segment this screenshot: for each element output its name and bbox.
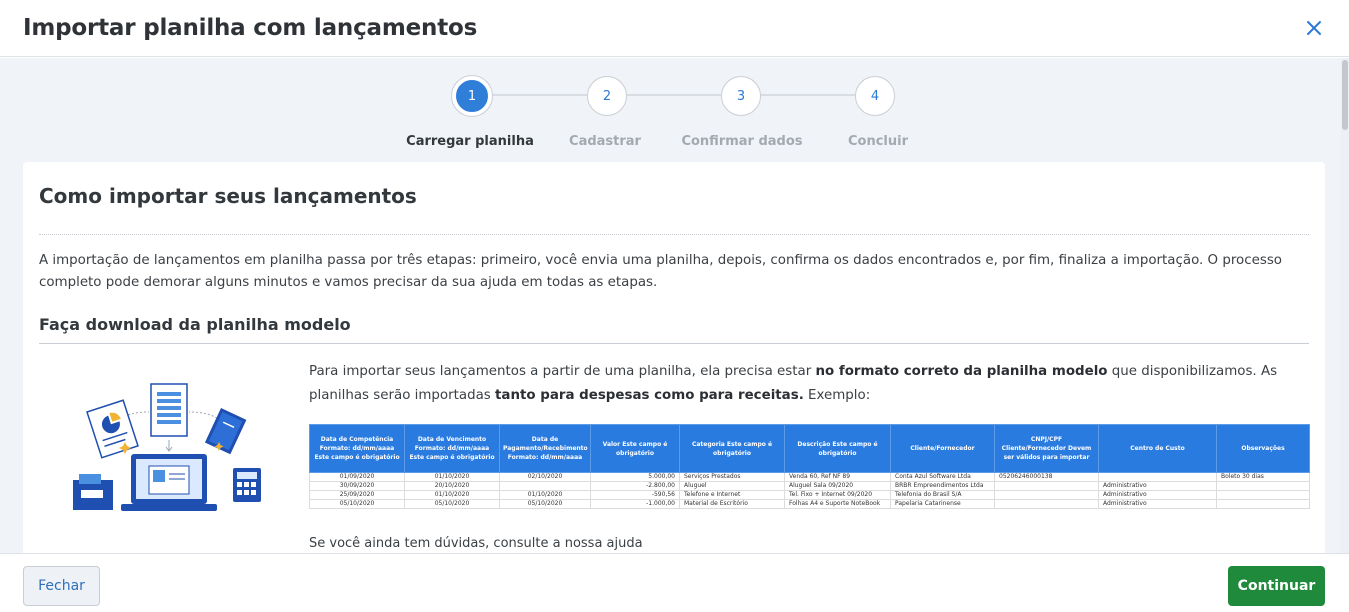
table-cell: 02/10/2020 xyxy=(499,472,591,482)
section-heading: Como importar seus lançamentos xyxy=(39,184,417,208)
table-cell xyxy=(1216,490,1310,500)
step-1-circle: 1 xyxy=(452,76,492,116)
table-cell: 01/10/2020 xyxy=(499,490,591,500)
table-cell: -590,56 xyxy=(590,490,680,500)
table-cell: Venda 60, Ref NF 89 xyxy=(784,472,891,482)
table-row: 01/09/2020 01/10/2020 02/10/2020 5.000,0… xyxy=(309,472,1310,482)
table-row: 30/09/2020 20/10/2020 -2.800,00 Aluguel … xyxy=(309,481,1310,491)
step-4-circle: 4 xyxy=(855,76,895,116)
table-cell: 25/09/2020 xyxy=(309,490,405,500)
step-2-circle: 2 xyxy=(587,76,627,116)
table-row: 05/10/2020 05/10/2020 05/10/2020 -1.000,… xyxy=(309,499,1310,509)
download-description: Para importar seus lançamentos a partir … xyxy=(309,364,1278,403)
column-header: Data de Competência Formato: dd/mm/aaaa … xyxy=(309,424,405,473)
table-cell: Boleto 30 dias xyxy=(1216,472,1310,482)
table-cell: 01/10/2020 xyxy=(404,472,500,482)
table-cell: Administrativo xyxy=(1098,490,1217,500)
table-cell xyxy=(499,481,591,491)
table-cell: 01/10/2020 xyxy=(404,490,500,500)
table-cell xyxy=(994,490,1099,500)
step-connector xyxy=(760,94,855,96)
intro-text: A importação de lançamentos em planilha … xyxy=(39,253,1282,290)
close-icon[interactable] xyxy=(1303,17,1325,39)
step-2-label: Cadastrar xyxy=(569,134,641,149)
table-cell: Tel. Fixo + Internet 09/2020 xyxy=(784,490,891,500)
column-header: Data de Pagamento/Recebimento Formato: d… xyxy=(499,424,591,473)
table-cell: Administrativo xyxy=(1098,499,1217,509)
close-button[interactable]: Fechar xyxy=(23,566,100,606)
spreadsheet-illustration-icon xyxy=(73,383,261,511)
table-cell: Folhas A4 e Suporte NoteBook xyxy=(784,499,891,509)
divider xyxy=(39,234,1309,235)
step-1-label: Carregar planilha xyxy=(406,134,534,149)
column-header: Centro de Custo xyxy=(1098,424,1217,473)
table-cell: Aluguel Sala 09/2020 xyxy=(784,481,891,491)
table-cell: Serviços Prestados xyxy=(679,472,785,482)
table-cell: 05206246000138 xyxy=(994,472,1099,482)
step-connector xyxy=(626,94,721,96)
table-cell xyxy=(994,499,1099,509)
table-cell: Telefone e Internet xyxy=(679,490,785,500)
table-row: 25/09/2020 01/10/2020 01/10/2020 -590,56… xyxy=(309,490,1310,500)
table-cell: -2.800,00 xyxy=(590,481,680,491)
stepper: 1 2 3 4 Carregar planilha Cadastrar Conf… xyxy=(0,58,1349,162)
continue-button[interactable]: Continuar xyxy=(1228,566,1325,606)
download-section: Para importar seus lançamentos a partir … xyxy=(39,344,1310,551)
content-card: Como importar seus lançamentos A importa… xyxy=(23,162,1325,553)
modal-title: Importar planilha com lançamentos xyxy=(23,15,478,41)
step-connector xyxy=(492,94,587,96)
table-cell: Conta Azul Software Ltda xyxy=(890,472,995,482)
table-cell xyxy=(994,481,1099,491)
table-cell: Telefonia do Brasil S/A xyxy=(890,490,995,500)
column-header: Data de Vencimento Formato: dd/mm/aaaa E… xyxy=(404,424,500,473)
table-cell: 05/10/2020 xyxy=(499,499,591,509)
help-text: Se você ainda tem dúvidas, consulte a no… xyxy=(309,536,643,551)
column-header: Descrição Este campo é obrigatório xyxy=(784,424,891,473)
modal-header: Importar planilha com lançamentos xyxy=(0,0,1349,57)
column-header: CNPJ/CPF Cliente/Fornecedor Devem ser vá… xyxy=(994,424,1099,473)
table-cell xyxy=(1098,472,1217,482)
table-cell: 01/09/2020 xyxy=(309,472,405,482)
modal-footer: Fechar Continuar xyxy=(0,553,1349,612)
step-4-label: Concluir xyxy=(847,134,909,149)
table-cell: 05/10/2020 xyxy=(404,499,500,509)
download-heading: Faça download da planilha modelo xyxy=(39,315,351,334)
table-cell: 20/10/2020 xyxy=(404,481,500,491)
import-modal: Importar planilha com lançamentos 1 2 3 … xyxy=(0,0,1349,612)
table-cell: Papelaria Catarinense xyxy=(890,499,995,509)
table-cell: Administrativo xyxy=(1098,481,1217,491)
table-cell: 5.000,00 xyxy=(590,472,680,482)
table-cell: 05/10/2020 xyxy=(309,499,405,509)
column-header: Categoria Este campo é obrigatório xyxy=(679,424,785,473)
table-cell: -1.000,00 xyxy=(590,499,680,509)
step-3-circle: 3 xyxy=(721,76,761,116)
column-header: Observações xyxy=(1216,424,1310,473)
modal-body: 1 2 3 4 Carregar planilha Cadastrar Conf… xyxy=(0,58,1349,553)
column-header: Cliente/Fornecedor xyxy=(890,424,995,473)
table-cell: BRBR Empreendimentos Ltda xyxy=(890,481,995,491)
table-cell: Material de Escritório xyxy=(679,499,785,509)
table-cell: Aluguel xyxy=(679,481,785,491)
step-3-label: Confirmar dados xyxy=(681,134,803,149)
table-header-row: Data de Competência Formato: dd/mm/aaaa … xyxy=(309,424,1310,473)
table-cell xyxy=(1216,499,1310,509)
table-cell: 30/09/2020 xyxy=(309,481,405,491)
sample-spreadsheet-table: Data de Competência Formato: dd/mm/aaaa … xyxy=(309,424,1310,509)
table-cell xyxy=(1216,481,1310,491)
column-header: Valor Este campo é obrigatório xyxy=(590,424,680,473)
